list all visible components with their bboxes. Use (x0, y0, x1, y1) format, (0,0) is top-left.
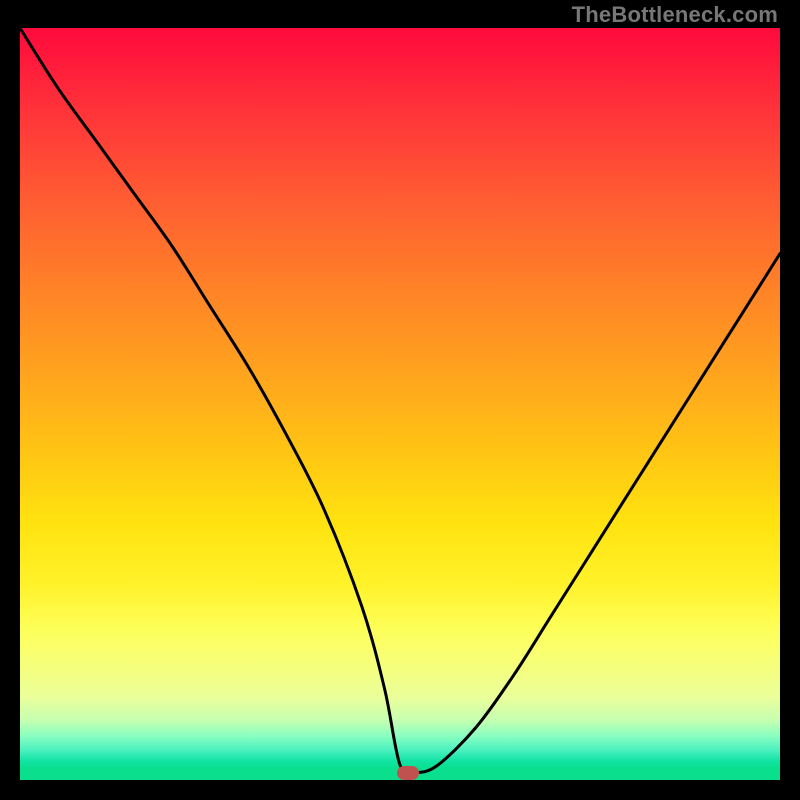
plot-area (20, 28, 780, 780)
chart-frame: TheBottleneck.com (0, 0, 800, 800)
watermark-text: TheBottleneck.com (572, 2, 778, 28)
curve-path (20, 28, 780, 774)
bottleneck-curve (20, 28, 780, 780)
optimum-marker (397, 766, 419, 780)
